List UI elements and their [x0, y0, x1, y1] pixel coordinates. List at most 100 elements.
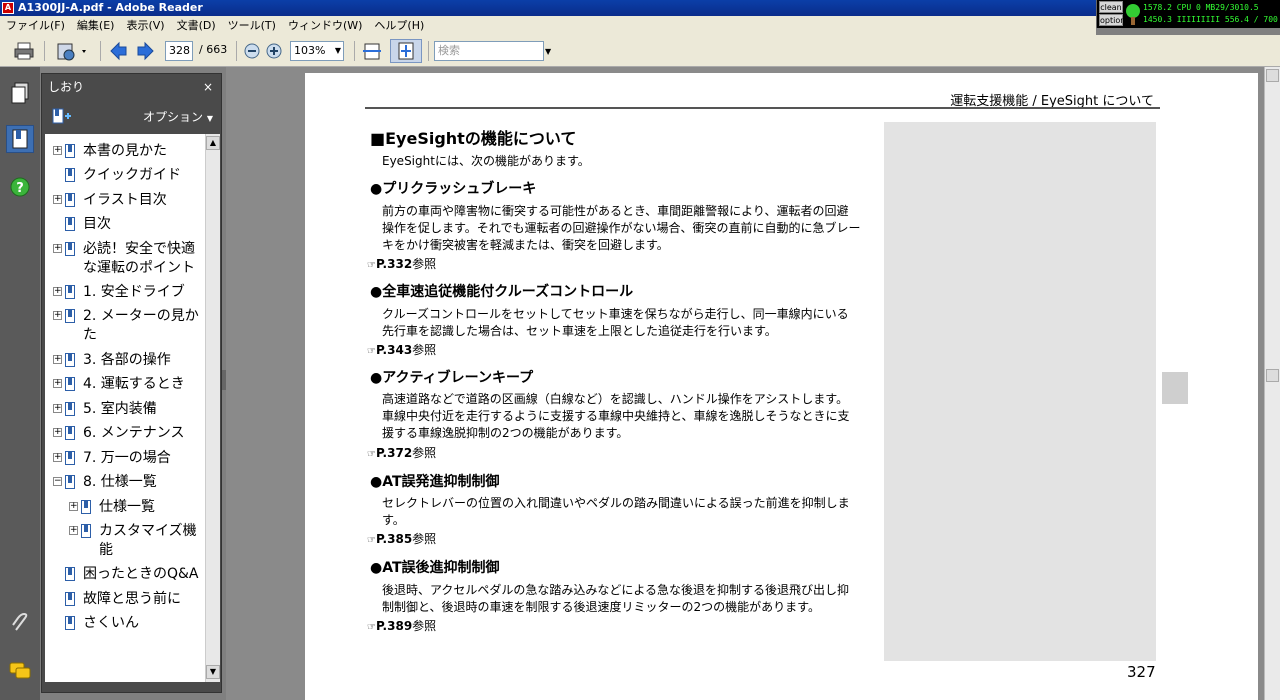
search-input[interactable]: 検索 — [434, 41, 544, 61]
tree-item-label: イラスト目次 — [83, 192, 167, 208]
expand-toggle-icon[interactable]: + — [53, 404, 62, 413]
tree-item-label: クイックガイド — [83, 167, 181, 183]
feature-title: ●全車速追従機能付クルーズコントロール — [370, 284, 634, 300]
fit-page-button[interactable] — [390, 39, 422, 63]
menu-help[interactable]: ヘルプ(H) — [368, 16, 430, 35]
menu-file[interactable]: ファイル(F) — [0, 16, 71, 35]
tree-item[interactable]: +6. メンテナンス — [45, 424, 205, 444]
page-scroll-thumb[interactable] — [1162, 372, 1188, 404]
document-scrollbar[interactable] — [1264, 67, 1280, 700]
tree-item-label-line2: た — [83, 327, 97, 343]
document-properties-button[interactable] — [52, 39, 92, 63]
tree-item[interactable]: − 8. 仕様一覧 — [45, 473, 205, 493]
page-number-input[interactable]: 328 — [165, 41, 193, 61]
expand-toggle-icon[interactable]: + — [53, 146, 62, 155]
expand-toggle-icon[interactable]: + — [53, 287, 62, 296]
feature-description: 高速道路などで道路の区画線（白線など）を認識し、ハンドル操作をアシストします。車… — [382, 391, 882, 442]
tree-item[interactable]: +1. 安全ドライブ — [45, 283, 205, 303]
expand-toggle-icon[interactable]: + — [53, 311, 62, 320]
tree-item-label: 5. 室内装備 — [83, 401, 157, 417]
menu-edit[interactable]: 編集(E) — [71, 16, 121, 35]
menu-window[interactable]: ウィンドウ(W) — [282, 16, 368, 35]
expand-toggle-icon[interactable]: + — [53, 428, 62, 437]
feature-title: ●プリクラッシュブレーキ — [370, 181, 537, 197]
scroll-up-icon[interactable]: ▲ — [206, 136, 220, 150]
pointing-hand-icon: ☞ — [367, 622, 376, 633]
memory-readout: 1450.3 IIIIIIIII 556.4 / 700.1 — [1143, 15, 1279, 24]
zoom-out-button[interactable] — [242, 39, 262, 63]
tree-item[interactable]: + 必読！安全で快適 な運転のポイント — [45, 240, 205, 280]
next-page-button[interactable] — [134, 39, 158, 63]
tree-item[interactable]: + イラスト目次 — [45, 191, 205, 211]
menu-bar: ファイル(F) 編集(E) 表示(V) 文書(D) ツール(T) ウィンドウ(W) ヘルプ(… — [0, 16, 1096, 35]
search-dropdown-icon[interactable]: ▼ — [545, 47, 551, 56]
page-reference-link[interactable]: ☞P.332参照 — [367, 255, 436, 272]
new-bookmark-icon[interactable] — [52, 108, 72, 124]
expand-toggle-icon[interactable]: + — [53, 195, 62, 204]
bookmark-icon — [65, 377, 75, 391]
tree-item[interactable]: +2. メーターの見かた — [45, 307, 205, 347]
expand-toggle-icon[interactable]: + — [53, 379, 62, 388]
bookmark-icon — [65, 353, 75, 367]
option-button[interactable]: option — [1099, 14, 1125, 26]
feature-description: セレクトレバーの位置の入れ間違いやペダルの踏み間違いによる誤った前進を抑制します… — [382, 495, 882, 529]
zoom-in-button[interactable] — [264, 39, 284, 63]
tree-item[interactable]: +3. 各部の操作 — [45, 351, 205, 371]
bookmarks-tab[interactable] — [6, 125, 34, 153]
attachments-tab[interactable] — [6, 609, 34, 637]
scroll-up-button[interactable] — [1266, 69, 1279, 82]
help-tab[interactable]: ? — [6, 173, 34, 201]
tree-item[interactable]: +4. 運転するとき — [45, 375, 205, 395]
tree-item[interactable]: 故障と思う前に — [45, 590, 205, 610]
bookmark-icon — [65, 426, 75, 440]
scroll-down-icon[interactable]: ▼ — [206, 665, 220, 679]
zoom-select[interactable]: 103% ▼ — [290, 41, 344, 61]
chevron-down-icon: ▼ — [334, 46, 341, 55]
expand-toggle-icon[interactable]: + — [53, 244, 62, 253]
expand-toggle-icon[interactable]: + — [69, 526, 78, 535]
page-reference-link[interactable]: ☞P.343参照 — [367, 341, 436, 358]
description-line: キをかけ衝突被害を軽減または、衝突を回避します。 — [382, 238, 669, 252]
tree-item-label: 本書の見かた — [83, 143, 167, 159]
page-reference-link[interactable]: ☞P.389参照 — [367, 617, 436, 634]
tree-item[interactable]: さくいん — [45, 614, 205, 634]
expand-toggle-icon[interactable]: + — [53, 355, 62, 364]
tree-icon — [1126, 4, 1140, 25]
reference-suffix: 参照 — [412, 532, 437, 546]
bookmark-icon — [65, 285, 75, 299]
menu-view[interactable]: 表示(V) — [120, 16, 170, 35]
tree-item[interactable]: + 仕様一覧 — [45, 498, 205, 518]
tree-item[interactable]: +7. 万一の場合 — [45, 449, 205, 469]
menu-document[interactable]: 文書(D) — [171, 16, 222, 35]
tree-item[interactable]: + 本書の見かた — [45, 142, 205, 162]
tree-item[interactable]: 目次 — [45, 215, 205, 235]
expand-toggle-icon[interactable]: − — [53, 477, 62, 486]
close-icon[interactable]: × — [203, 74, 213, 100]
menu-tools[interactable]: ツール(T) — [222, 16, 282, 35]
section-heading: ■EyeSightの機能について — [370, 129, 577, 148]
comments-tab[interactable] — [6, 657, 34, 685]
tree-item[interactable]: 困ったときのQ&A — [45, 565, 205, 585]
scroll-thumb[interactable] — [1266, 369, 1279, 382]
tree-item[interactable]: + カスタマイズ機能 — [45, 522, 205, 562]
tree-item[interactable]: +5. 室内装備 — [45, 400, 205, 420]
options-menu[interactable]: オプション ▼ — [143, 108, 213, 125]
paperclip-icon — [12, 612, 28, 631]
expand-toggle-icon[interactable]: + — [69, 502, 78, 511]
reference-suffix: 参照 — [412, 257, 437, 271]
print-button[interactable] — [10, 39, 38, 63]
page-reference-link[interactable]: ☞P.385参照 — [367, 530, 436, 547]
fit-width-button[interactable] — [360, 39, 384, 63]
bookmark-icon — [65, 144, 75, 158]
page-reference-link[interactable]: ☞P.372参照 — [367, 444, 436, 461]
expand-toggle-icon[interactable]: + — [53, 453, 62, 462]
sidebar-box — [884, 122, 1156, 661]
bookmark-icon — [65, 475, 75, 489]
reference-page: P.343 — [375, 343, 413, 357]
tree-item[interactable]: クイックガイド — [45, 166, 205, 186]
pages-tab[interactable] — [6, 79, 34, 107]
previous-page-button[interactable] — [106, 39, 130, 63]
pointing-hand-icon: ☞ — [367, 449, 376, 460]
bookmark-scrollbar[interactable]: ▲ ▼ — [205, 134, 220, 682]
clean-button[interactable]: clean — [1099, 1, 1123, 13]
